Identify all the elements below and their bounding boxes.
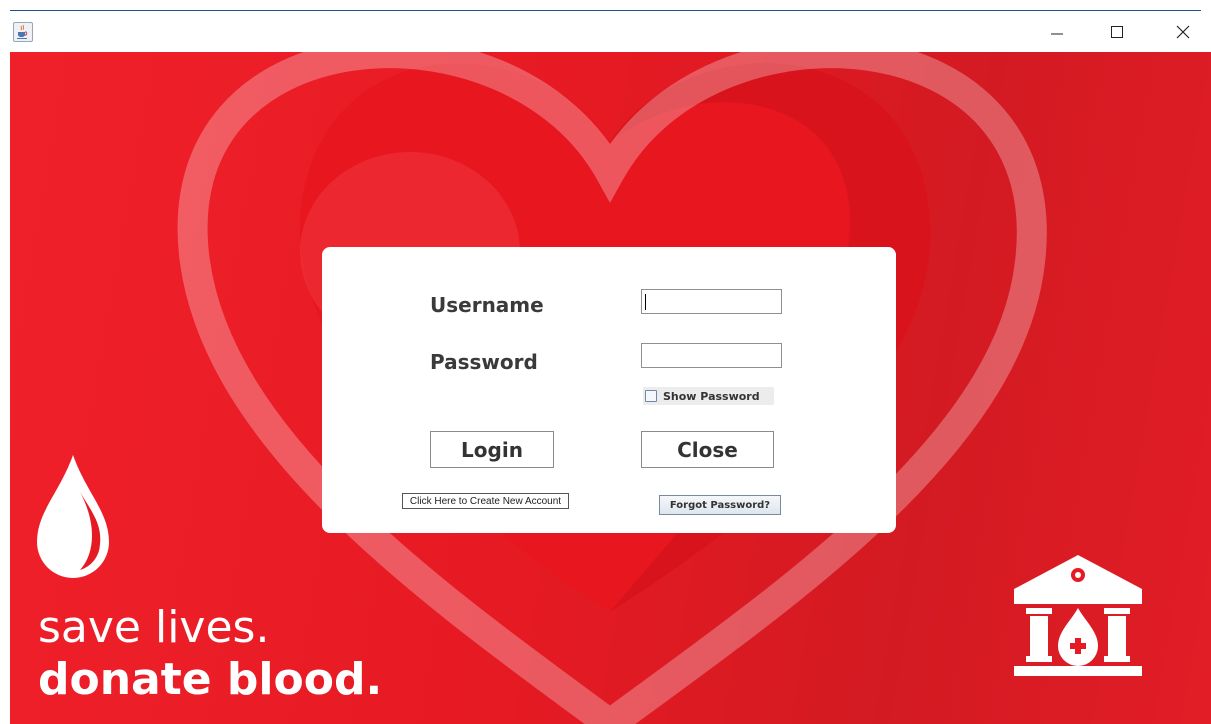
show-password-label: Show Password xyxy=(663,389,760,403)
password-label: Password xyxy=(430,350,538,374)
slogan-line-2: donate blood. xyxy=(38,654,383,705)
maximize-icon[interactable] xyxy=(1098,18,1138,46)
blood-bank-building-icon xyxy=(1014,555,1142,676)
password-field[interactable] xyxy=(641,343,782,368)
forgot-password-button[interactable]: Forgot Password? xyxy=(659,495,781,515)
login-panel: Username Password Show Password Login Cl… xyxy=(322,247,896,533)
slogan-line-1: save lives. xyxy=(38,602,270,653)
blood-drop-icon xyxy=(37,455,109,578)
username-field[interactable] xyxy=(641,289,782,314)
java-coffee-icon[interactable] xyxy=(13,22,33,42)
window-titlebar xyxy=(0,0,1211,52)
window-border xyxy=(10,10,1201,11)
text-caret xyxy=(645,294,646,310)
show-password-checkbox[interactable]: Show Password xyxy=(643,387,774,405)
close-button[interactable]: Close xyxy=(641,431,774,468)
checkbox-icon[interactable] xyxy=(645,390,657,402)
login-button[interactable]: Login xyxy=(430,431,554,468)
minimize-icon[interactable] xyxy=(1038,18,1078,46)
username-label: Username xyxy=(430,293,544,317)
create-account-button[interactable]: Click Here to Create New Account xyxy=(402,493,569,509)
close-icon[interactable] xyxy=(1163,18,1203,46)
